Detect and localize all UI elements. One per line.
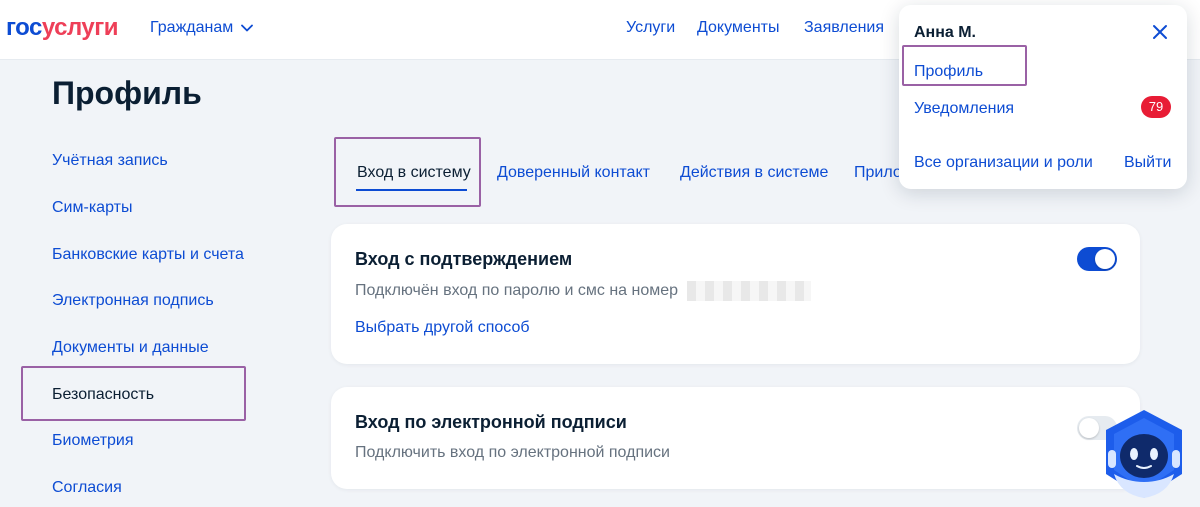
role-selector[interactable]: Гражданам xyxy=(150,18,254,38)
nav-services[interactable]: Услуги xyxy=(626,18,675,38)
notifications-link[interactable]: Уведомления xyxy=(914,99,1014,119)
tab-apps[interactable]: Прило xyxy=(854,163,902,183)
sidebar-item-e-signature[interactable]: Электронная подпись xyxy=(52,291,214,311)
active-tab-underline xyxy=(356,189,467,191)
all-organizations-roles-link[interactable]: Все организации и роли xyxy=(914,153,1093,173)
chevron-down-icon xyxy=(241,24,254,32)
user-menu-dropdown: Анна М. Профиль Уведомления 79 Все орган… xyxy=(899,5,1187,189)
card-description: Подключить вход по электронной подписи xyxy=(355,444,670,461)
logo-part-gos: гос xyxy=(6,14,42,41)
close-icon[interactable] xyxy=(1149,21,1171,43)
choose-another-method-link[interactable]: Выбрать другой способ xyxy=(355,318,530,338)
sidebar-item-documents[interactable]: Документы и данные xyxy=(52,338,209,358)
sidebar-item-biometrics[interactable]: Биометрия xyxy=(52,431,134,451)
nav-applications[interactable]: Заявления xyxy=(804,18,884,38)
toggle-knob xyxy=(1095,249,1115,269)
tab-trusted-contact[interactable]: Доверенный контакт xyxy=(497,163,650,183)
login-confirmation-card: Вход с подтверждением Подключён вход по … xyxy=(331,224,1140,364)
user-name: Анна М. xyxy=(914,24,976,41)
notifications-count-badge: 79 xyxy=(1141,96,1171,118)
e-signature-login-card: Вход по электронной подписи Подключить в… xyxy=(331,387,1140,489)
tab-login[interactable]: Вход в систему xyxy=(357,163,471,183)
nav-documents[interactable]: Документы xyxy=(697,18,779,38)
card-title: Вход с подтверждением xyxy=(355,249,573,269)
logo-part-uslugi: услуги xyxy=(41,14,119,41)
role-label: Гражданам xyxy=(150,19,234,36)
page-title: Профиль xyxy=(52,75,202,111)
sidebar-item-bank-cards[interactable]: Банковские карты и счета xyxy=(52,245,244,265)
assistant-robot-icon[interactable] xyxy=(1100,408,1188,500)
sidebar-item-account[interactable]: Учётная запись xyxy=(52,151,168,171)
gosuslugi-logo[interactable]: госуслуги xyxy=(6,14,119,41)
sidebar-item-sim-cards[interactable]: Сим-карты xyxy=(52,198,132,218)
card-title: Вход по электронной подписи xyxy=(355,412,627,432)
login-confirmation-toggle[interactable] xyxy=(1077,247,1117,271)
sidebar-item-consents[interactable]: Согласия xyxy=(52,478,122,498)
tab-system-actions[interactable]: Действия в системе xyxy=(680,163,828,183)
card-description-text: Подключён вход по паролю и смс на номер xyxy=(355,282,679,300)
toggle-knob xyxy=(1079,418,1099,438)
sidebar-item-security[interactable]: Безопасность xyxy=(52,385,154,405)
profile-link[interactable]: Профиль xyxy=(914,62,983,82)
logout-link[interactable]: Выйти xyxy=(1124,153,1171,173)
masked-phone-number xyxy=(686,281,811,301)
card-description: Подключён вход по паролю и смс на номер xyxy=(355,281,811,301)
